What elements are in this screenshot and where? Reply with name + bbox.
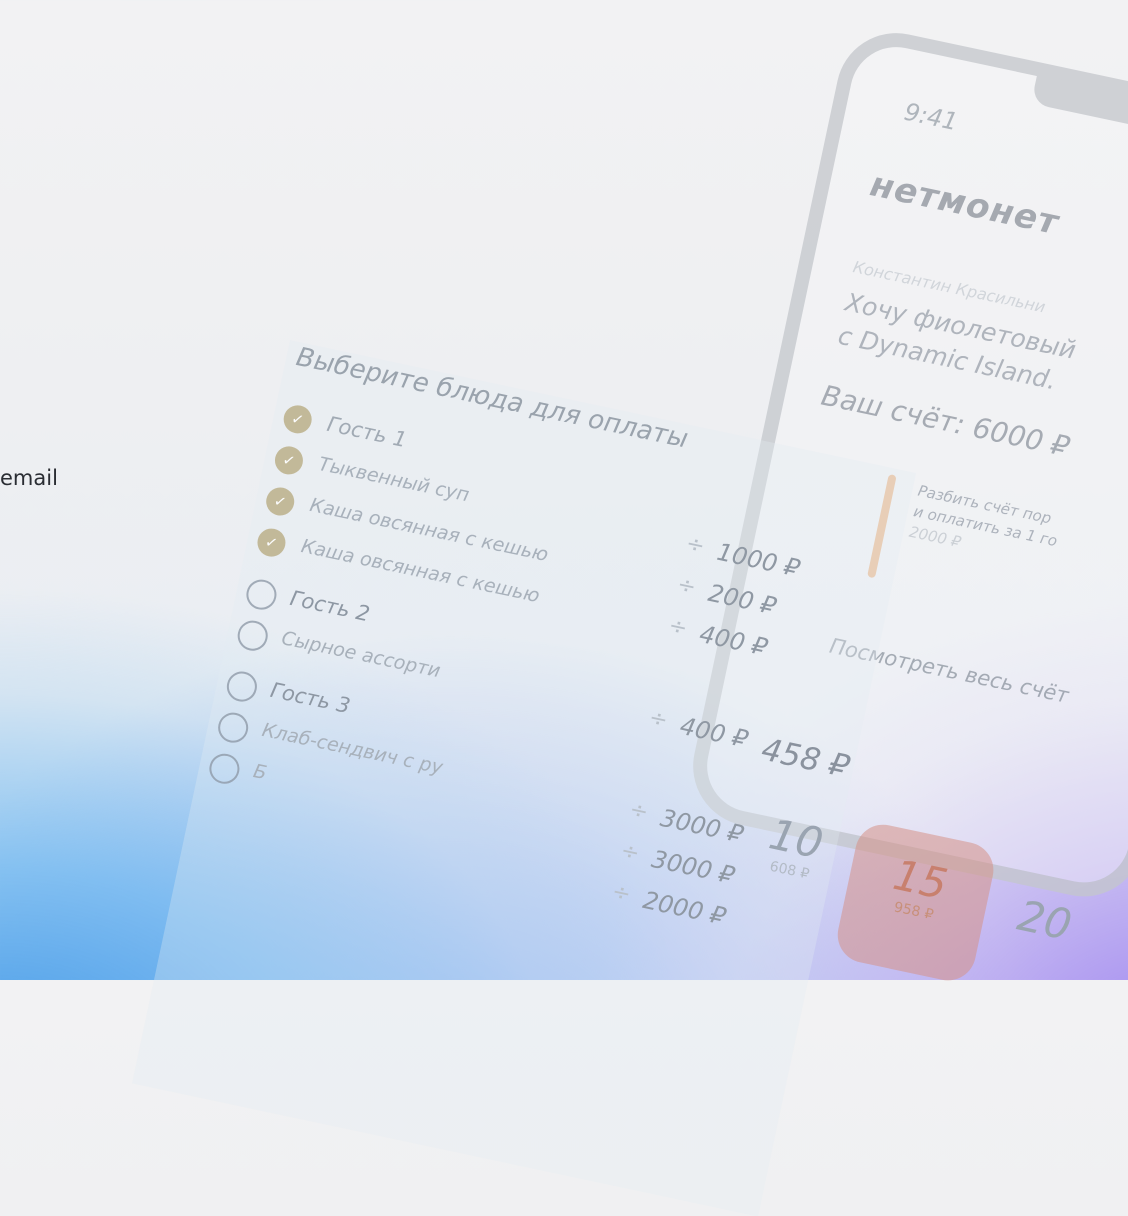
divide-icon[interactable]: ÷ [675,572,698,600]
divide-icon[interactable]: ÷ [666,613,689,641]
check-icon[interactable]: ✓ [263,484,297,519]
radio-icon[interactable] [243,576,280,613]
guest-label: Гость 1 [324,411,409,453]
status-time: 9:41 [901,97,961,137]
dish-label: Б [251,760,269,785]
dish-price: 400 ₽ [677,711,751,754]
dish-price: 400 ₽ [696,619,771,662]
guest-label: Гость 2 [287,585,372,627]
divide-icon[interactable]: ÷ [684,531,707,559]
tip-option-20[interactable]: 20 [957,860,1123,1026]
check-icon[interactable]: ✓ [281,402,315,436]
brand-logo: нетмонет [866,164,1063,244]
phone-notch [1031,74,1128,135]
dish-price: 1000 ₽ [714,537,803,583]
divide-icon[interactable]: ÷ [647,705,670,733]
radio-icon[interactable] [215,709,251,746]
radio-icon[interactable] [206,750,243,787]
divide-icon[interactable]: ÷ [618,838,641,866]
divide-icon[interactable]: ÷ [610,879,633,907]
tip-percent: 20 [1013,890,1076,950]
divide-icon[interactable]: ÷ [627,797,650,825]
check-icon[interactable]: ✓ [254,525,289,560]
split-bill-option[interactable]: Разбить счёт пор и оплатить за 1 го 2000… [907,481,1063,573]
radio-icon[interactable] [224,668,260,705]
guest-label: Гость 3 [268,677,353,719]
radio-icon[interactable] [234,617,271,654]
check-icon[interactable]: ✓ [272,443,306,478]
dish-price: 200 ₽ [705,578,779,621]
email-label-fragment: email [0,466,58,490]
